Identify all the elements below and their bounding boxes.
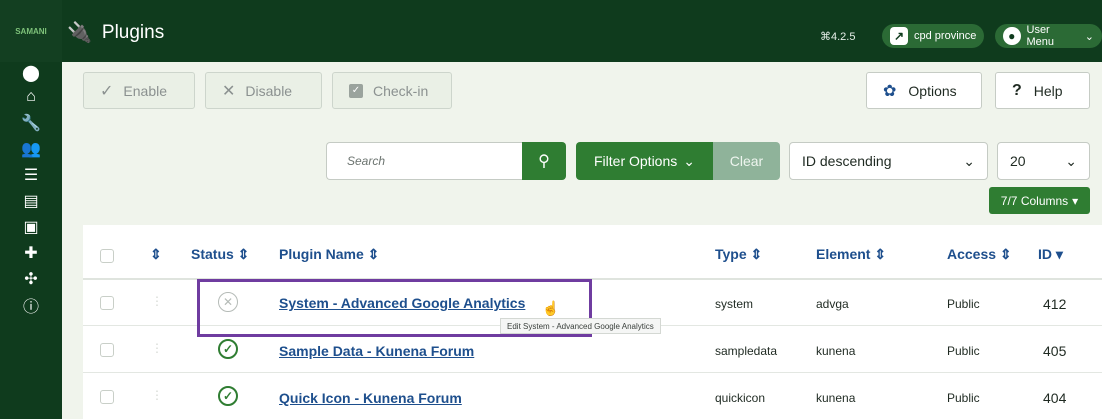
access-header[interactable]: Access ⇕ bbox=[947, 246, 1012, 263]
info-icon[interactable]: ⓘ bbox=[0, 294, 62, 316]
site-link-label: cpd province bbox=[914, 30, 977, 42]
table-row: ⋮ ✓ Quick Icon - Kunena Forum quickicon … bbox=[83, 374, 1102, 419]
home-icon[interactable]: ⌂ bbox=[0, 86, 62, 108]
access-cell: Public bbox=[947, 344, 980, 358]
clear-label: Clear bbox=[729, 153, 764, 169]
plugin-name-link[interactable]: Quick Icon - Kunena Forum bbox=[279, 390, 462, 406]
element-cell: kunena bbox=[816, 391, 856, 405]
brand-logo-text: SAMANI bbox=[15, 26, 47, 36]
external-link-icon: ↗ bbox=[890, 27, 908, 45]
columns-button[interactable]: 7/7 Columns ▾ bbox=[989, 187, 1090, 214]
search-placeholder: Search bbox=[347, 154, 386, 168]
status-header[interactable]: Status ⇕ bbox=[191, 246, 249, 263]
search-icon: ⚲ bbox=[538, 153, 550, 170]
type-cell: system bbox=[715, 297, 754, 311]
chevron-down-icon: ⌄ bbox=[1065, 152, 1077, 169]
published-status-icon[interactable]: ✓ bbox=[218, 339, 238, 359]
edit-tooltip: Edit System - Advanced Google Analytics bbox=[500, 318, 661, 334]
element-cell: advga bbox=[816, 297, 849, 311]
type-cell: quickicon bbox=[715, 391, 766, 405]
components-icon[interactable]: ✣ bbox=[0, 268, 62, 290]
plug-icon: 🔌 bbox=[67, 22, 92, 44]
wrench-icon[interactable]: 🔧 bbox=[0, 112, 62, 134]
drag-handle-icon[interactable]: ⋮ bbox=[151, 294, 163, 308]
chevron-down-icon: ⌄ bbox=[683, 152, 695, 169]
file-icon[interactable]: ▤ bbox=[0, 190, 62, 212]
row-checkbox[interactable] bbox=[100, 390, 114, 404]
access-cell: Public bbox=[947, 297, 980, 311]
search-button[interactable]: ⚲ bbox=[522, 142, 566, 180]
options-button[interactable]: ✿ Options bbox=[866, 72, 982, 109]
enable-label: Enable bbox=[123, 82, 167, 99]
table-header: ⇕ Status ⇕ Plugin Name ⇕ Type ⇕ Element … bbox=[83, 225, 1102, 280]
plugin-name-header[interactable]: Plugin Name ⇕ bbox=[279, 246, 379, 263]
limit-select[interactable]: 20 ⌄ bbox=[997, 142, 1090, 180]
element-cell: kunena bbox=[816, 344, 856, 358]
help-label: Help bbox=[1033, 82, 1063, 99]
id-header[interactable]: ID ▾ bbox=[1038, 246, 1063, 263]
filter-options-label: Filter Options bbox=[594, 153, 678, 169]
columns-label: 7/7 Columns bbox=[1000, 193, 1069, 208]
caret-down-icon: ▾ bbox=[1072, 193, 1079, 208]
user-menu-label: User Menu bbox=[1026, 24, 1055, 48]
sort-select[interactable]: ID descending ⌄ bbox=[789, 142, 988, 180]
drag-handle-icon[interactable]: ⋮ bbox=[151, 388, 163, 402]
id-cell: 412 bbox=[1043, 296, 1067, 312]
page-title-area: 🔌 Plugins bbox=[67, 22, 164, 44]
help-button[interactable]: ? Help bbox=[995, 72, 1090, 109]
chevron-down-icon: ⌄ bbox=[963, 152, 975, 169]
disable-label: Disable bbox=[245, 82, 293, 99]
page-title: Plugins bbox=[101, 22, 165, 43]
checkin-label: Check-in bbox=[373, 82, 429, 99]
plugin-name-link[interactable]: Sample Data - Kunena Forum bbox=[279, 343, 474, 359]
type-header[interactable]: Type ⇕ bbox=[715, 246, 762, 263]
order-header[interactable]: ⇕ bbox=[150, 246, 162, 263]
users-icon[interactable]: 👥 bbox=[0, 138, 62, 160]
gear-icon: ✿ bbox=[883, 82, 897, 100]
access-cell: Public bbox=[947, 391, 980, 405]
published-status-icon[interactable]: ✓ bbox=[218, 386, 238, 406]
pointer-cursor-icon: ☝ bbox=[542, 300, 560, 316]
drag-handle-icon[interactable]: ⋮ bbox=[151, 341, 163, 355]
checkbox-icon: ✓ bbox=[349, 83, 363, 98]
check-icon: ✓ bbox=[100, 82, 114, 100]
clear-button[interactable]: Clear bbox=[713, 142, 780, 180]
site-link-button[interactable]: ↗ cpd province bbox=[882, 24, 985, 48]
user-icon: ● bbox=[1003, 27, 1021, 45]
question-icon: ? bbox=[1012, 81, 1022, 99]
toggle-icon[interactable]: ⬤ bbox=[0, 62, 62, 84]
row-checkbox[interactable] bbox=[100, 343, 114, 357]
row-checkbox[interactable] bbox=[100, 296, 114, 310]
checkin-button[interactable]: ✓ Check-in bbox=[332, 72, 452, 109]
id-cell: 404 bbox=[1043, 390, 1067, 406]
brand-logo[interactable]: SAMANI bbox=[0, 0, 62, 62]
top-header: SAMANI 🔌 Plugins ⌘4.2.5 ↗ cpd province ●… bbox=[0, 0, 1102, 62]
image-icon[interactable]: ▣ bbox=[0, 216, 62, 238]
close-icon: ✕ bbox=[222, 82, 236, 100]
options-label: Options bbox=[908, 82, 957, 99]
chevron-down-icon: ⌄ bbox=[1084, 30, 1094, 43]
puzzle-icon[interactable]: ✚ bbox=[0, 242, 62, 264]
limit-value: 20 bbox=[1010, 153, 1026, 169]
filter-options-button[interactable]: Filter Options ⌄ bbox=[576, 142, 713, 180]
select-all-checkbox[interactable] bbox=[100, 249, 114, 263]
element-header[interactable]: Element ⇕ bbox=[816, 246, 886, 263]
sort-value: ID descending bbox=[802, 153, 892, 169]
disable-button[interactable]: ✕ Disable bbox=[205, 72, 322, 109]
type-cell: sampledata bbox=[715, 344, 778, 358]
list-icon[interactable]: ☰ bbox=[0, 164, 62, 186]
id-cell: 405 bbox=[1043, 343, 1067, 359]
enable-button[interactable]: ✓ Enable bbox=[83, 72, 195, 109]
version-label: ⌘4.2.5 bbox=[820, 31, 856, 43]
sidebar: ⬤ ⌂ 🔧 👥 ☰ ▤ ▣ ✚ ✣ ⓘ bbox=[0, 62, 62, 419]
user-menu-button[interactable]: ● User Menu ⌄ bbox=[995, 24, 1102, 48]
search-input[interactable]: Search bbox=[326, 142, 522, 180]
